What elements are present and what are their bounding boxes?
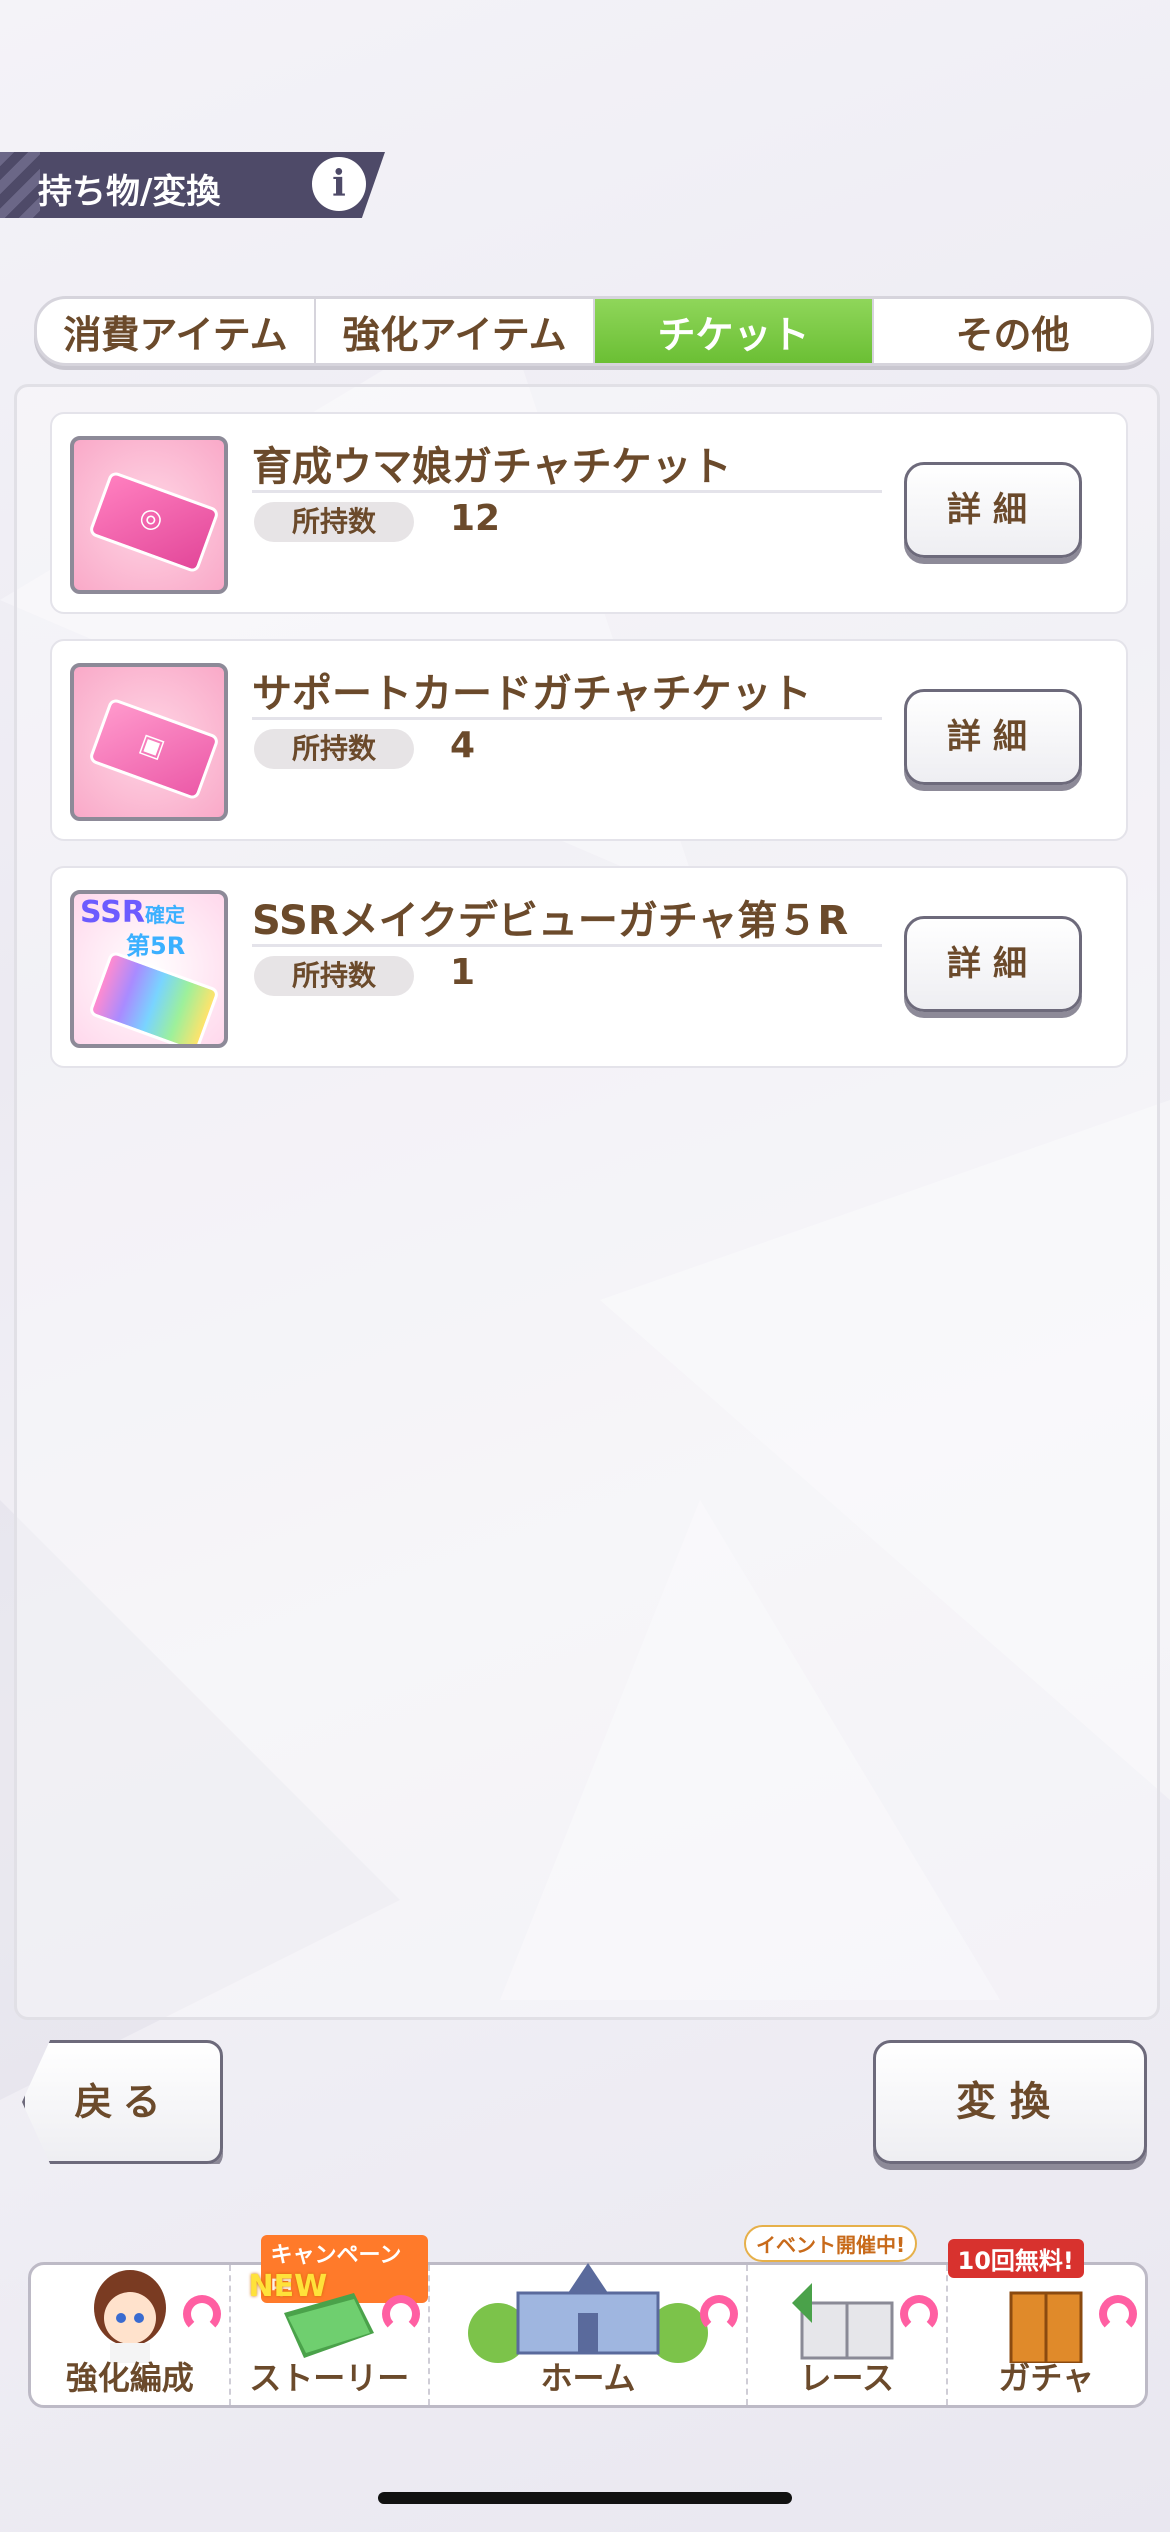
back-button[interactable]: 戻る <box>22 2040 223 2164</box>
item-count: 1 <box>450 952 476 993</box>
nav-item-gacha[interactable]: 10回無料! ガチャ <box>947 2239 1146 2405</box>
count-label: 所持数 <box>254 729 414 769</box>
horseshoe-mark-icon: ◎ <box>135 500 168 537</box>
support-ticket-icon: ▣ <box>70 663 228 821</box>
category-tabs: 消費アイテム 強化アイテム チケット その他 <box>34 296 1154 366</box>
gacha-door-icon <box>1009 2291 1083 2363</box>
ssr-badge: SSR確定 第5R <box>80 898 185 961</box>
convert-button[interactable]: 変換 <box>873 2040 1147 2164</box>
character-avatar-icon <box>93 2270 166 2363</box>
ticket-graphic: ◎ <box>87 470 221 574</box>
horseshoe-icon <box>182 2295 221 2333</box>
ticket-graphic: ▣ <box>87 697 221 801</box>
horseshoe-icon <box>1099 2295 1137 2333</box>
ssr-confirmed-text: 確定 <box>144 903 185 927</box>
event-badge: イベント開催中! <box>744 2225 918 2262</box>
divider <box>252 490 882 493</box>
divider <box>252 717 882 720</box>
round-text: 第5R <box>126 932 186 960</box>
nav-item-enhance[interactable]: 強化編成 <box>31 2265 231 2405</box>
race-gate-icon <box>791 2283 894 2360</box>
item-count: 12 <box>450 498 501 539</box>
ssr-ticket-icon: SSR確定 第5R <box>70 890 228 1048</box>
nav-label: ホーム <box>540 2359 636 2397</box>
item-name: SSRメイクデビューガチャ第５R <box>252 898 849 944</box>
tab-consumables[interactable]: 消費アイテム <box>37 299 316 363</box>
item-list-panel <box>14 384 1160 2020</box>
detail-button[interactable]: 詳細 <box>904 916 1082 1012</box>
horseshoe-icon <box>700 2295 738 2333</box>
tab-tickets[interactable]: チケット <box>595 299 874 363</box>
header-stripe <box>0 152 40 218</box>
book-icon <box>284 2293 375 2358</box>
list-item: ◎ 育成ウマ娘ガチャチケット 所持数 12 詳細 <box>50 412 1128 614</box>
ssr-text: SSR <box>80 895 145 930</box>
home-indicator[interactable] <box>378 2492 792 2504</box>
nav-label: レース <box>799 2359 894 2397</box>
detail-button[interactable]: 詳細 <box>904 462 1082 558</box>
nav-label: 強化編成 <box>65 2359 194 2397</box>
info-icon[interactable]: i <box>312 157 366 211</box>
item-name: 育成ウマ娘ガチャチケット <box>252 444 732 490</box>
detail-button[interactable]: 詳細 <box>904 689 1082 785</box>
item-name: サポートカードガチャチケット <box>252 671 812 717</box>
count-label: 所持数 <box>254 502 414 542</box>
tab-enhance-items[interactable]: 強化アイテム <box>316 299 595 363</box>
tab-other[interactable]: その他 <box>874 299 1151 363</box>
divider <box>252 944 882 947</box>
page-title: 持ち物/変換 <box>38 172 221 212</box>
free-gacha-badge: 10回無料! <box>947 2239 1084 2278</box>
nav-label: ストーリー <box>249 2359 410 2397</box>
horseshoe-icon <box>382 2295 420 2333</box>
school-building-icon <box>468 2263 708 2363</box>
nav-label: ガチャ <box>998 2359 1095 2397</box>
pink-ticket-icon: ◎ <box>70 436 228 594</box>
ticket-graphic <box>87 950 221 1044</box>
nav-item-story[interactable]: キャンペーン中 NEW ストーリー <box>231 2235 430 2405</box>
count-label: 所持数 <box>254 956 414 996</box>
item-count: 4 <box>450 725 476 766</box>
nav-item-home[interactable]: ホーム <box>430 2263 748 2405</box>
horseshoe-icon <box>899 2295 938 2333</box>
nav-item-race[interactable]: イベント開催中! レース <box>744 2225 948 2405</box>
bottom-navigation: 強化編成 キャンペーン中 NEW ストーリー ホーム イベント開催中! レース <box>28 2225 1148 2408</box>
list-item: SSR確定 第5R SSRメイクデビューガチャ第５R 所持数 1 詳細 <box>50 866 1128 1068</box>
list-item: ▣ サポートカードガチャチケット 所持数 4 詳細 <box>50 639 1128 841</box>
card-mark-icon: ▣ <box>135 727 169 765</box>
